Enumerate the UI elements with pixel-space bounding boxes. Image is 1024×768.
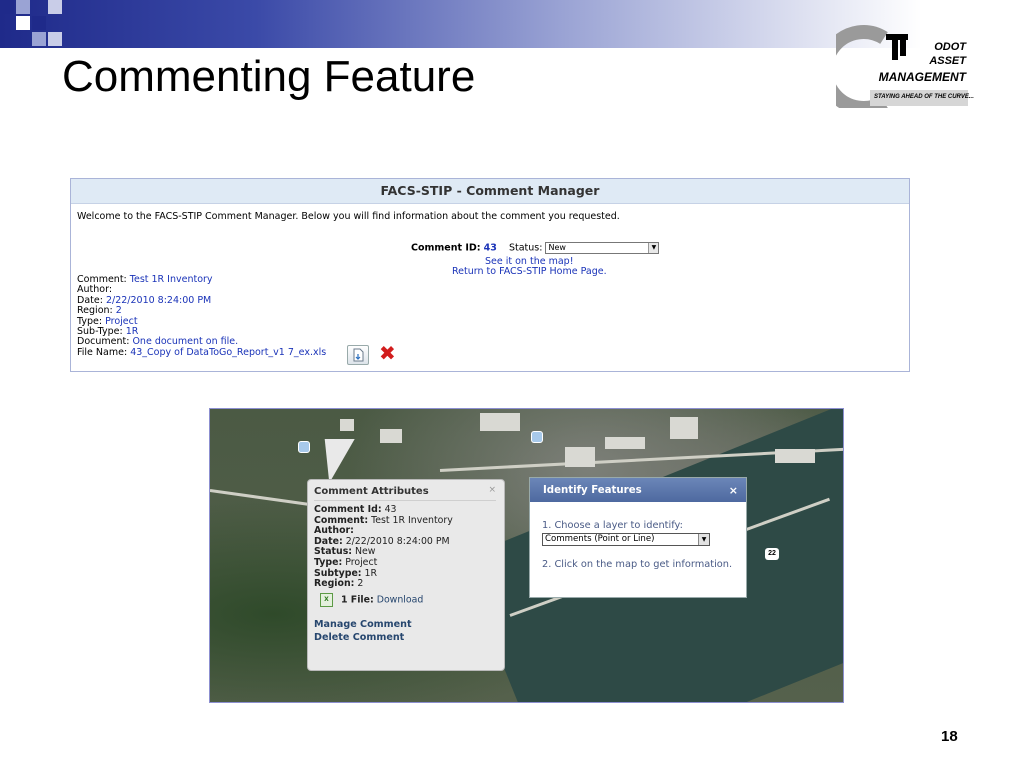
map-building xyxy=(340,419,354,431)
comment-attributes-list: Comment: Test 1R Inventory Author: Date:… xyxy=(77,274,326,358)
comment-attributes-popup: Comment Attributes × Comment Id: 43 Comm… xyxy=(307,479,505,671)
logo-tagline: STAYING AHEAD OF THE CURVE... xyxy=(874,94,974,100)
comment-map-pin[interactable] xyxy=(531,431,543,443)
decor-square xyxy=(32,16,46,30)
map-building xyxy=(775,449,815,463)
welcome-text: Welcome to the FACS-STIP Comment Manager… xyxy=(77,211,620,222)
popup-row: Region: 2 xyxy=(314,578,453,590)
attr-row: Comment: Test 1R Inventory xyxy=(77,274,326,285)
layer-select[interactable]: Comments (Point or Line) ▼ xyxy=(542,533,710,546)
comment-id-label: Comment ID: xyxy=(411,242,481,254)
return-home-link[interactable]: Return to FACS-STIP Home Page. xyxy=(452,266,607,277)
popup-value: 1R xyxy=(364,567,378,579)
attr-value: One document on file. xyxy=(132,336,239,348)
attr-label: Comment: xyxy=(77,274,127,285)
popup-label: Author: xyxy=(314,525,354,537)
attr-row: File Name: 43_Copy of DataToGo_Report_v1… xyxy=(77,346,326,358)
popup-label: Comment: xyxy=(314,514,369,526)
attr-label: Region: xyxy=(77,305,113,317)
decor-square xyxy=(48,32,62,46)
popup-label: Status: xyxy=(314,546,353,558)
logo-line2: ASSET xyxy=(929,55,966,67)
document-download-icon[interactable] xyxy=(347,345,369,365)
map-building xyxy=(605,437,645,449)
popup-file-row: X 1 File: Download xyxy=(314,592,453,607)
attr-value: Test 1R Inventory xyxy=(129,274,213,285)
page-number: 18 xyxy=(941,728,958,745)
attr-value: 2/22/2010 8:24:00 PM xyxy=(105,294,212,306)
status-select[interactable]: New ▼ xyxy=(545,242,660,254)
popup-label: Subtype: xyxy=(314,567,362,579)
map-building xyxy=(565,447,595,467)
comment-id-line: Comment ID: 43 Status: New ▼ xyxy=(411,242,660,254)
attr-value: Project xyxy=(105,315,138,327)
delete-comment-link[interactable]: Delete Comment xyxy=(314,632,412,645)
attr-value: 2 xyxy=(115,305,122,317)
popup-actions: Manage Comment Delete Comment xyxy=(314,619,412,644)
logo-line3: MANAGEMENT xyxy=(878,70,966,84)
decor-square xyxy=(48,0,62,14)
popup-file-label: 1 File: xyxy=(341,594,374,606)
divider xyxy=(314,500,496,501)
attr-label: Author: xyxy=(77,284,113,296)
popup-value: 43 xyxy=(384,504,397,515)
attr-label: Date: xyxy=(77,294,103,306)
decor-square xyxy=(16,16,30,30)
excel-file-icon: X xyxy=(320,592,333,607)
file-name-link[interactable]: 43_Copy of DataToGo_Report_v1 7_ex.xls xyxy=(130,347,326,358)
chevron-down-icon: ▼ xyxy=(698,534,709,545)
attr-label: Sub-Type: xyxy=(77,326,123,338)
comment-id-value: 43 xyxy=(483,242,497,254)
popup-fields: Comment Id: 43 Comment: Test 1R Inventor… xyxy=(314,504,453,607)
comment-manager-header: FACS-STIP - Comment Manager xyxy=(71,179,909,204)
popup-label: Region: xyxy=(314,578,355,590)
logo-line1: ODOT xyxy=(934,41,966,53)
identify-header: Identify Features × xyxy=(530,478,746,502)
decor-square xyxy=(32,32,46,46)
popup-title: Comment Attributes xyxy=(314,486,429,497)
status-label: Status: xyxy=(508,242,543,254)
route-shield: 22 xyxy=(765,548,779,560)
manage-comment-link[interactable]: Manage Comment xyxy=(314,619,412,632)
popup-value: Test 1R Inventory xyxy=(371,514,453,526)
map-view[interactable]: 22 Comment Attributes × Comment Id: 43 C… xyxy=(209,408,844,703)
slide-title: Commenting Feature xyxy=(62,52,476,101)
layer-select-value: Comments (Point or Line) xyxy=(545,534,655,544)
attr-value: 1R xyxy=(125,326,139,338)
download-link[interactable]: Download xyxy=(377,594,424,605)
popup-value: New xyxy=(355,546,376,558)
popup-value: Project xyxy=(345,556,378,568)
identify-features-panel: Identify Features × 1. Choose a layer to… xyxy=(529,477,747,598)
delete-x-icon[interactable]: ✖ xyxy=(379,343,396,363)
identify-title: Identify Features xyxy=(543,485,642,496)
attr-label: Document: xyxy=(77,336,130,348)
close-icon[interactable]: × xyxy=(729,478,738,504)
decor-square xyxy=(0,0,14,14)
chevron-down-icon: ▼ xyxy=(648,243,659,253)
attr-label: File Name: xyxy=(77,346,128,358)
identify-step2: 2. Click on the map to get information. xyxy=(542,559,733,570)
comment-manager-panel: FACS-STIP - Comment Manager Welcome to t… xyxy=(70,178,910,372)
popup-value: 2 xyxy=(357,578,364,590)
popup-label: Date: xyxy=(314,535,343,547)
close-icon[interactable]: × xyxy=(488,485,496,495)
map-building xyxy=(380,429,402,443)
popup-value: 2/22/2010 8:24:00 PM xyxy=(345,535,450,547)
map-building xyxy=(670,417,698,439)
popup-label: Type: xyxy=(314,556,343,568)
decor-square xyxy=(16,0,30,14)
map-building xyxy=(480,413,520,431)
popup-label: Comment Id: xyxy=(314,504,382,515)
odot-logo: ODOT ASSET MANAGEMENT STAYING AHEAD OF T… xyxy=(818,24,976,115)
attr-label: Type: xyxy=(77,315,103,327)
identify-step1: 1. Choose a layer to identify: xyxy=(542,520,683,531)
status-select-value: New xyxy=(548,243,566,252)
